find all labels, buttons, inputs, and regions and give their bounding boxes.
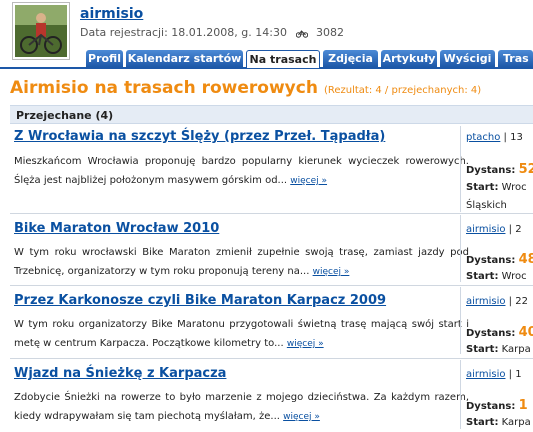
- route-item: Przez Karkonosze czyli Bike Maraton Karp…: [10, 293, 533, 355]
- route-start: Start: Wroc: [466, 267, 527, 286]
- route-description-text: Zdobycie Śnieżki na rowerze to było marz…: [14, 392, 469, 422]
- page-title: Airmisio na trasach rowerowych (Rezultat:…: [10, 78, 481, 98]
- divider: [10, 285, 533, 286]
- author-extra: | 1: [508, 369, 522, 380]
- distance-label: Dystans:: [466, 401, 516, 412]
- results-count: (Rezultat: 4 / przejechanych: 4): [323, 85, 482, 96]
- distance-total: 3082: [315, 26, 344, 39]
- more-link[interactable]: więcej »: [290, 176, 327, 186]
- profile-header: airmisio Data rejestracji: 18.01.2008, g…: [0, 0, 533, 60]
- author-link[interactable]: airmisio: [466, 369, 505, 380]
- more-link[interactable]: więcej »: [283, 412, 320, 422]
- author-link[interactable]: airmisio: [466, 224, 505, 235]
- tab-na-trasach[interactable]: Na trasach: [246, 50, 320, 68]
- username-link[interactable]: airmisio: [80, 6, 143, 22]
- start-value: Karpa: [501, 344, 531, 355]
- distance-value: 48: [518, 252, 533, 267]
- column-divider: [460, 126, 461, 212]
- route-description-text: W tym roku wrocławski Bike Maraton zmien…: [14, 247, 469, 277]
- distance-value: 1: [518, 398, 528, 413]
- author-extra: | 2: [508, 224, 522, 235]
- column-divider: [460, 215, 461, 282]
- start-label: Start:: [466, 344, 499, 355]
- route-author: ptacho | 13: [466, 128, 523, 147]
- divider: [10, 213, 533, 214]
- route-description-text: W tym roku organizatorzy Bike Maratonu p…: [14, 319, 469, 349]
- registration-date: Data rejestracji: 18.01.2008, g. 14:30: [80, 26, 287, 39]
- author-link[interactable]: ptacho: [466, 132, 500, 143]
- route-author: airmisio | 2: [466, 220, 522, 239]
- route-description: W tym roku organizatorzy Bike Maratonu p…: [14, 315, 469, 354]
- divider: [10, 358, 533, 359]
- route-start: Start: Karpa: [466, 413, 531, 432]
- route-start: Start: Wroc: [466, 178, 527, 197]
- route-description: Mieszkańcom Wrocławia proponuję bardzo p…: [14, 152, 469, 191]
- tab-zdjecia[interactable]: Zdjęcia: [323, 50, 378, 67]
- author-link[interactable]: airmisio: [466, 296, 505, 307]
- tab-artykuly[interactable]: Artykuły: [381, 50, 437, 67]
- start-value: Wroc: [501, 271, 527, 282]
- start-value: Karpa: [501, 417, 531, 428]
- start-label: Start:: [466, 417, 499, 428]
- tab-profil[interactable]: Profil: [86, 50, 123, 67]
- route-item: Bike Maraton Wrocław 2010 W tym roku wro…: [10, 221, 533, 283]
- route-start: Start: Karpa: [466, 340, 531, 359]
- start-label: Start:: [466, 182, 499, 193]
- tab-wyscigi[interactable]: Wyścigi: [440, 50, 495, 67]
- more-link[interactable]: więcej »: [287, 339, 324, 349]
- route-distance: Dystans: 52: [466, 160, 533, 180]
- more-link[interactable]: więcej »: [313, 267, 350, 277]
- route-title-link[interactable]: Wjazd na Śnieżkę z Karpacza: [14, 366, 226, 381]
- start-label: Start:: [466, 271, 499, 282]
- start-value: Wroc: [501, 182, 527, 193]
- section-header: Przejechane (4): [10, 105, 533, 124]
- route-title-link[interactable]: Bike Maraton Wrocław 2010: [14, 221, 219, 236]
- column-divider: [460, 360, 461, 429]
- author-extra: | 13: [503, 132, 523, 143]
- tab-bar: Profil Kalendarz startów Na trasach Zdję…: [0, 50, 533, 69]
- registration-info: Data rejestracji: 18.01.2008, g. 14:30 3…: [80, 26, 344, 39]
- route-description: Zdobycie Śnieżki na rowerze to było marz…: [14, 388, 469, 427]
- tab-kalendarz-startow[interactable]: Kalendarz startów: [126, 50, 243, 67]
- distance-label: Dystans:: [466, 328, 516, 339]
- route-item: Z Wrocławia na szczyt Ślęży (przez Przeł…: [10, 129, 533, 211]
- distance-label: Dystans:: [466, 165, 516, 176]
- route-description: W tym roku wrocławski Bike Maraton zmien…: [14, 243, 469, 282]
- route-description-text: Mieszkańcom Wrocławia proponuję bardzo p…: [14, 156, 469, 186]
- distance-label: Dystans:: [466, 255, 516, 266]
- route-item: Wjazd na Śnieżkę z Karpacza Zdobycie Śni…: [10, 366, 533, 428]
- bike-icon: [296, 29, 309, 38]
- page-title-text: Airmisio na trasach rowerowych: [10, 78, 318, 98]
- tab-trasy[interactable]: Tras: [498, 50, 533, 67]
- route-title-link[interactable]: Przez Karkonosze czyli Bike Maraton Karp…: [14, 293, 386, 308]
- distance-value: 40: [518, 325, 533, 340]
- route-author: airmisio | 1: [466, 365, 522, 384]
- author-extra: | 22: [508, 296, 528, 307]
- route-title-link[interactable]: Z Wrocławia na szczyt Ślęży (przez Przeł…: [14, 129, 385, 144]
- column-divider: [460, 287, 461, 354]
- route-author: airmisio | 22: [466, 292, 528, 311]
- distance-value: 52: [518, 162, 533, 177]
